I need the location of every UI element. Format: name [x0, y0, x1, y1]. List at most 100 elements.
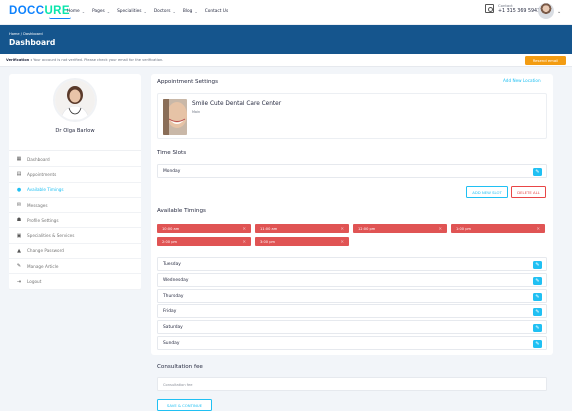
logo-underline-decoration: [49, 17, 71, 19]
lock-icon: ▲: [17, 247, 21, 254]
doctor-photo-icon: [55, 80, 95, 120]
nav-blog[interactable]: Blog ⌄: [183, 9, 198, 14]
day-label: Wednesday: [163, 278, 189, 283]
day-row-saturday[interactable]: Saturday ✎: [157, 320, 547, 334]
delete-all-button[interactable]: DELETE ALL: [511, 186, 546, 198]
close-icon[interactable]: ✕: [340, 239, 344, 244]
add-new-slot-button[interactable]: ADD NEW SLOT: [466, 186, 508, 198]
day-row-thursday[interactable]: Thursday ✎: [157, 289, 547, 303]
calendar-icon: ▤: [16, 171, 22, 178]
add-new-location-link[interactable]: Add New Location: [503, 78, 541, 83]
consultation-fee-title: Consultation fee: [157, 364, 203, 370]
doctor-sidebar: Dr Olga Barlow ▦ Dashboard ▤ Appointments …: [9, 74, 141, 290]
doctor-avatar: [55, 80, 95, 120]
nav-pages[interactable]: Pages ⌄: [92, 9, 110, 14]
nav-blog-label: Blog: [182, 9, 193, 14]
available-timings-title: Available Timings: [157, 208, 206, 214]
day-label: Thursday: [163, 294, 184, 299]
close-icon[interactable]: ✕: [242, 226, 246, 231]
sidebar-item-label: Manage Article: [27, 263, 59, 269]
chevron-down-icon: ⌄: [172, 9, 176, 14]
top-navbar: DOCCURE Home ⌄ Pages ⌄ Specialities ⌄ Docto…: [0, 0, 572, 25]
time-slot-chip[interactable]: 12:00 pm ✕: [353, 224, 447, 233]
verification-label: Verification :: [6, 58, 32, 62]
consultation-fee-placeholder: Consultation fee: [163, 382, 193, 387]
save-continue-button[interactable]: SAVE & CONTINUE: [157, 399, 212, 411]
day-row-sunday[interactable]: Sunday ✎: [157, 336, 547, 350]
consultation-fee-input[interactable]: Consultation fee: [157, 377, 547, 391]
edit-icon[interactable]: ✎: [533, 260, 542, 269]
nav-home-label: Home: [67, 9, 80, 14]
clinic-card[interactable]: [157, 93, 547, 139]
close-icon[interactable]: ✕: [340, 226, 344, 231]
user-settings-icon: ☗: [16, 217, 22, 224]
sidebar-profile: Dr Olga Barlow: [9, 74, 141, 151]
time-slot-label: 3:00 pm: [260, 239, 275, 244]
nav-specialities[interactable]: Specialities ⌄: [117, 9, 147, 14]
time-slot-chip[interactable]: 11:00 am ✕: [255, 224, 349, 233]
time-slot-chip[interactable]: 10:00 am ✕: [157, 224, 251, 233]
sidebar-item-dashboard[interactable]: ▦ Dashboard: [9, 152, 141, 168]
logo-text-part1: DOCC: [9, 5, 45, 17]
clock-icon: ●: [16, 186, 22, 193]
edit-icon[interactable]: ✎: [533, 292, 542, 301]
sidebar-item-profile-settings[interactable]: ☗ Profile Settings: [9, 213, 141, 229]
day-label: Sunday: [163, 341, 180, 346]
edit-icon[interactable]: ✎: [533, 307, 542, 316]
site-logo[interactable]: DOCCURE: [9, 5, 70, 17]
nav-doctors[interactable]: Doctors ⌄: [154, 9, 176, 14]
sidebar-item-available-timings[interactable]: ● Available Timings: [9, 183, 141, 198]
time-slot-chip[interactable]: 3:00 pm ✕: [255, 237, 349, 246]
verification-text: Verification : Your account is not verif…: [6, 58, 163, 62]
day-label: Friday: [163, 309, 177, 314]
nav-home[interactable]: Home ⌄: [67, 9, 85, 14]
chevron-down-icon: ⌄: [194, 9, 198, 14]
sidebar-item-label: Messages: [27, 202, 48, 208]
close-icon[interactable]: ✕: [438, 226, 442, 231]
sidebar-item-logout[interactable]: ⇥ Logout: [9, 274, 141, 290]
time-slot-chip[interactable]: 1:00 pm ✕: [451, 224, 545, 233]
day-row-monday[interactable]: Monday ✎: [157, 164, 547, 178]
time-slots-title: Time Slots: [157, 150, 187, 156]
day-row-friday[interactable]: Friday ✎: [157, 304, 547, 318]
nav-pages-label: Pages: [92, 9, 105, 14]
edit-icon[interactable]: ✎: [533, 167, 542, 176]
contact-number: +1 315 369 5943: [498, 8, 541, 14]
close-icon[interactable]: ✕: [242, 239, 246, 244]
edit-icon[interactable]: ✎: [533, 323, 542, 332]
clinic-image: [163, 99, 187, 135]
nav-specialities-label: Specialities: [117, 9, 142, 14]
time-slot-label: 2:00 pm: [162, 239, 177, 244]
hospital-icon: [485, 4, 494, 14]
time-slot-chip[interactable]: 2:00 pm ✕: [157, 237, 251, 246]
sidebar-item-label: Appointments: [27, 171, 57, 177]
pen-icon: ✎: [16, 263, 22, 270]
breadcrumb-bar: [0, 25, 572, 54]
sidebar-item-label: Profile Settings: [27, 217, 59, 223]
clinic-name: Smile Cute Dental Care Center: [192, 101, 282, 107]
chevron-down-icon: ⌄: [106, 9, 111, 14]
header-contact: Contact +1 315 369 5943: [485, 3, 541, 14]
sidebar-item-change-password[interactable]: ▲ Change Password: [9, 244, 141, 260]
nav-contact-us[interactable]: Contact Us: [205, 9, 228, 14]
chevron-down-icon[interactable]: ⌄: [557, 9, 561, 15]
day-label: Saturday: [163, 325, 183, 330]
page-title: Dashboard: [9, 38, 56, 47]
chevron-down-icon: ⌄: [143, 9, 147, 14]
day-label: Monday: [163, 169, 181, 174]
edit-icon[interactable]: ✎: [533, 339, 542, 348]
sidebar-item-specialities-services[interactable]: ▣ Specialities & Services: [9, 228, 141, 244]
resend-email-button[interactable]: Resend email: [525, 56, 566, 65]
sidebar-item-label: Available Timings: [27, 187, 64, 193]
edit-icon[interactable]: ✎: [533, 276, 542, 285]
chevron-down-icon: ⌄: [81, 9, 86, 14]
user-avatar[interactable]: [538, 3, 554, 19]
sidebar-item-messages[interactable]: ✉ Messages: [9, 198, 141, 214]
day-row-wednesday[interactable]: Wednesday ✎: [157, 273, 547, 287]
close-icon[interactable]: ✕: [536, 226, 540, 231]
day-row-tuesday[interactable]: Tuesday ✎: [157, 257, 547, 271]
sidebar-item-manage-article[interactable]: ✎ Manage Article: [9, 259, 141, 275]
time-slot-label: 1:00 pm: [456, 226, 471, 231]
sidebar-item-appointments[interactable]: ▤ Appointments: [9, 167, 141, 183]
verification-alert: Verification : Your account is not verif…: [0, 54, 572, 67]
